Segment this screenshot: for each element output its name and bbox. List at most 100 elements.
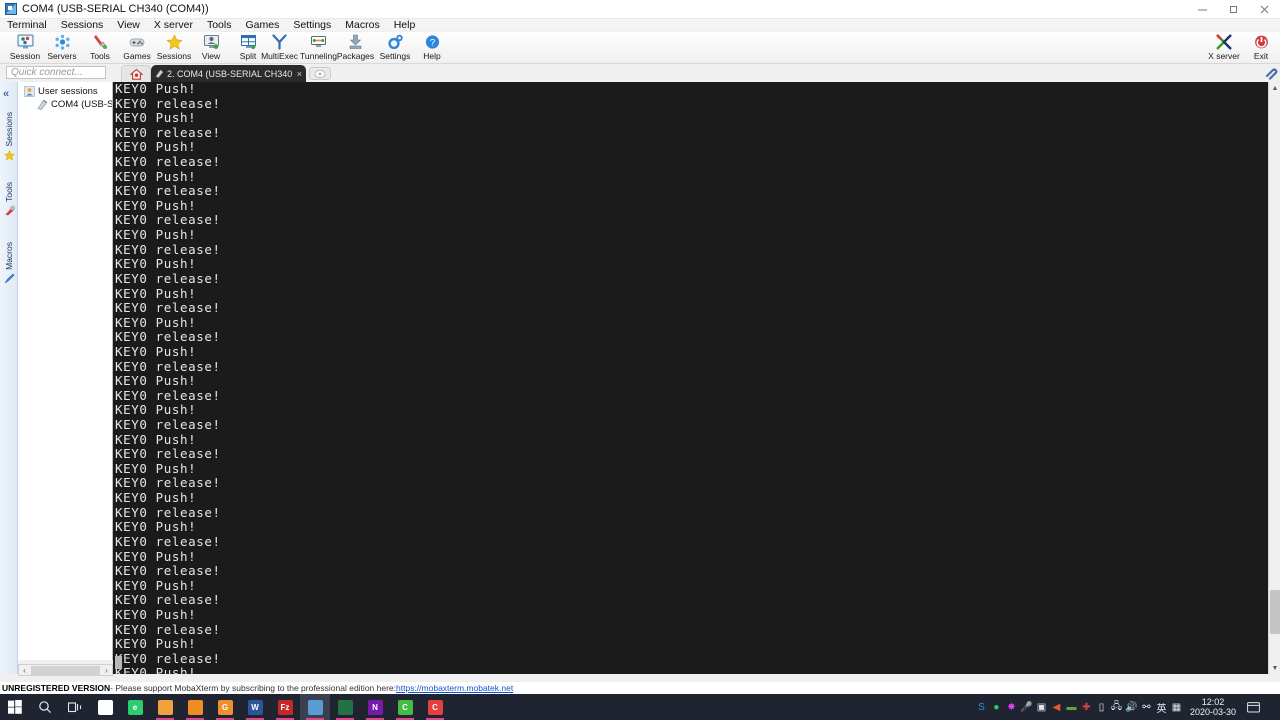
keyboard-icon[interactable]: ▦ [1169,694,1184,720]
menu-macros[interactable]: Macros [338,19,386,32]
show-desktop-button[interactable] [1264,694,1280,720]
scroll-up-arrow-icon[interactable]: ▲ [1269,82,1280,94]
menu-x-server[interactable]: X server [147,19,200,32]
usb-icon[interactable]: ⚯ [1139,694,1154,720]
terminal-line: KEY0 release! [115,533,221,549]
terminal-line: KEY0 release! [115,300,221,316]
menu-settings[interactable]: Settings [286,19,338,32]
tray-icon-list: S ● ✸ 🎤 ▣ ◀ ▬ ✚ ▯ 🖧 🔊 ⚯ 英 ▦ [974,694,1184,720]
microphone-icon[interactable]: 🎤 [1019,694,1034,720]
home-tab-icon[interactable] [121,65,151,82]
taskbar-clock[interactable]: 12:02 2020-03-30 [1184,697,1242,717]
keil-red-icon[interactable]: C [420,694,450,720]
terminal-scrollbar[interactable]: ▲ ▼ [1268,82,1280,674]
tab-strip: 2. COM4 (USB-SERIAL CH340 (C × [113,64,1268,82]
search-icon[interactable] [30,694,60,720]
menu-sessions[interactable]: Sessions [54,19,111,32]
wrench-icon [4,205,15,219]
tab-close-icon[interactable]: × [297,69,302,79]
edge-icon[interactable]: e [120,694,150,720]
screen-share-icon[interactable]: ▣ [1034,694,1049,720]
close-icon[interactable] [1249,0,1280,19]
rail-tab-sessions-label: Sessions [4,112,14,147]
camera-icon-glyph [97,699,113,715]
volume-icon[interactable]: 🔊 [1124,694,1139,720]
network-icon[interactable]: 🖧 [1109,694,1124,720]
mobaxterm-icon[interactable] [300,694,330,720]
keil-green-icon[interactable]: C [390,694,420,720]
gitee-icon[interactable]: G [210,694,240,720]
rail-tab-macros[interactable]: Macros [0,242,18,287]
battery-icon[interactable]: ▯ [1094,694,1109,720]
menu-terminal[interactable]: Terminal [0,19,54,32]
antivirus-icon[interactable]: ✚ [1079,694,1094,720]
collapse-chevron-icon[interactable]: « [3,88,9,100]
menu-help[interactable]: Help [387,19,423,32]
terminal-line: KEY0 Push! [115,636,197,652]
rail-tab-tools[interactable]: Tools [0,182,18,219]
mobaxterm-icon [5,3,17,15]
window-title: COM4 (USB-SERIAL CH340 (COM4)) [22,3,209,15]
pen-icon [3,273,15,287]
new-tab-icon[interactable] [309,67,331,80]
scroll-down-arrow-icon[interactable]: ▼ [1269,662,1280,674]
sidebar-horizontal-scrollbar[interactable]: ‹ › [18,664,113,676]
terminal-line: KEY0 Push! [115,402,197,418]
terminal-scroll-thumb[interactable] [1270,590,1280,634]
tree-item-user-sessions[interactable]: User sessions [18,85,112,98]
maximize-icon[interactable] [1218,0,1249,19]
vmware-icon[interactable] [180,694,210,720]
sessions-star-icon [163,33,185,51]
nag-link[interactable]: https://mobaxterm.mobatek.net [396,683,513,693]
ime-language-icon[interactable]: 英 [1154,694,1169,720]
tree-item-com4[interactable]: COM4 (USB-SER [18,98,112,111]
excel-icon-glyph [337,699,353,715]
camera-icon[interactable] [90,694,120,720]
terminal-line: KEY0 Push! [115,314,197,330]
terminal-line: KEY0 Push! [115,168,197,184]
toolbar-multiexec-button[interactable]: MultiExec [258,33,301,64]
rail-tab-tools-label: Tools [4,182,14,202]
bluetooth-icon[interactable]: ✸ [1004,694,1019,720]
menu-tools[interactable]: Tools [200,19,239,32]
toolbar-help-button[interactable]: ? Help [407,33,457,64]
toolbar-exit-button[interactable]: Exit [1236,33,1280,64]
star-icon [3,149,15,164]
scroll-thumb[interactable] [31,665,100,675]
task-view-icon[interactable] [60,694,90,720]
terminal-line: KEY0 Push! [115,285,197,301]
skype-icon[interactable]: S [974,694,989,720]
clipboard-icon[interactable] [1264,66,1278,80]
serial-tab-icon [155,69,164,78]
file-explorer-icon[interactable] [150,694,180,720]
excel-icon[interactable] [330,694,360,720]
menu-view[interactable]: View [110,19,147,32]
terminal-output[interactable]: KEY0 Push! KEY0 release! KEY0 Push! KEY0 re… [113,82,1268,674]
quick-connect-input[interactable]: Quick connect... [6,66,106,79]
rail-tab-sessions[interactable]: Sessions [0,112,18,164]
title-bar: COM4 (USB-SERIAL CH340 (COM4)) [0,0,1280,19]
windows-start-icon[interactable] [0,694,30,720]
action-center-icon[interactable] [1242,694,1264,720]
scroll-left-arrow-icon[interactable]: ‹ [19,666,30,675]
user-sessions-icon [24,86,35,97]
display-icon[interactable]: ▬ [1064,694,1079,720]
x-server-icon [1213,33,1235,51]
filezilla-icon[interactable]: Fz [270,694,300,720]
nag-text: - Please support MobaXterm by subscribin… [110,683,397,693]
onenote-icon[interactable]: N [360,694,390,720]
serial-session-icon [37,99,48,110]
multiexec-icon [269,33,291,51]
speaker-mute-icon[interactable]: ◀ [1049,694,1064,720]
tab-com4[interactable]: 2. COM4 (USB-SERIAL CH340 (C × [151,65,306,82]
tree-item-com4-label: COM4 (USB-SER [51,99,113,110]
sessions-sidebar: User sessions COM4 (USB-SER [18,82,113,660]
menu-games[interactable]: Games [238,19,286,32]
word-icon[interactable]: W [240,694,270,720]
terminal-line: KEY0 Push! [115,548,197,564]
minimize-icon[interactable] [1187,0,1218,19]
toolbar-settings-label: Settings [379,51,411,61]
network-globe-icon[interactable]: ● [989,694,1004,720]
scroll-right-arrow-icon[interactable]: › [101,666,112,675]
split-icon [237,33,259,51]
